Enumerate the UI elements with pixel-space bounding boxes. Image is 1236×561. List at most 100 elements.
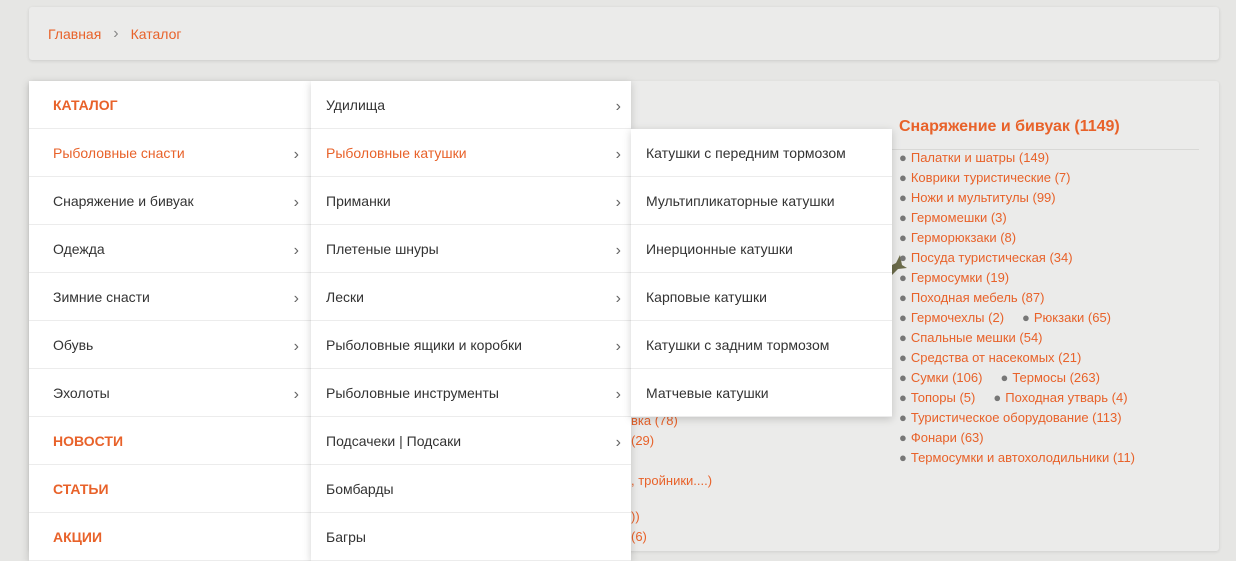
menu-item-label: Бомбарды — [326, 480, 394, 497]
bullet-icon: ● — [899, 450, 907, 465]
subcategory-link[interactable]: Термосумки и автохолодильники (11) — [911, 450, 1135, 465]
chevron-right-icon: › — [293, 145, 299, 163]
category-equipment-block: Снаряжение и бивуак (1149) ● Палатки и ша… — [899, 118, 1199, 468]
category-list-row: ● Спальные мешки (54) — [899, 328, 1199, 348]
category-list-row: ● Фонари (63) — [899, 428, 1199, 448]
subcategory-link[interactable]: Герморюкзаки (8) — [911, 230, 1016, 245]
menu-catalog-heading[interactable]: КАТАЛОГ — [29, 81, 311, 129]
partial-link[interactable]: )) — [631, 509, 640, 524]
category-list-row: ● Термосумки и автохолодильники (11) — [899, 448, 1199, 468]
chevron-right-icon: › — [615, 289, 621, 307]
bullet-icon: ● — [899, 190, 907, 205]
menu-promos-link[interactable]: АКЦИИ — [29, 513, 311, 561]
menu-item-label: Катушки с задним тормозом — [646, 336, 830, 353]
menu2-item-8[interactable]: Бомбарды — [311, 465, 631, 513]
category-list-row: ● Сумки (106) ● Термосы (263) — [899, 368, 1199, 388]
menu-item-label: Снаряжение и бивуак — [53, 192, 194, 209]
subcategory-link[interactable]: Спальные мешки (54) — [911, 330, 1043, 345]
category-list-row: ● Гермочехлы (2) ● Рюкзаки (65) — [899, 308, 1199, 328]
subcategory-link[interactable]: Туристическое оборудование (113) — [911, 410, 1122, 425]
subcategory-link[interactable]: Гермомешки (3) — [911, 210, 1007, 225]
menu3-item-0[interactable]: Катушки с передним тормозом — [631, 129, 892, 177]
menu3-item-5[interactable]: Матчевые катушки — [631, 369, 892, 417]
bullet-icon: ● — [899, 210, 907, 225]
menu2-item-3[interactable]: Плетеные шнуры › — [311, 225, 631, 273]
breadcrumb-separator: › — [113, 24, 119, 42]
bullet-icon: ● — [899, 150, 907, 165]
category-link-list: ● Палатки и шатры (149) ● Коврики туристиче… — [899, 148, 1199, 468]
menu2-item-1[interactable]: Рыболовные катушки › — [311, 129, 631, 177]
partial-link[interactable]: (6) — [631, 529, 647, 544]
menu-news-link[interactable]: НОВОСТИ — [29, 417, 311, 465]
menu3-item-1[interactable]: Мультипликаторные катушки — [631, 177, 892, 225]
subcategory-link[interactable]: Походная утварь (4) — [1005, 390, 1127, 405]
chevron-right-icon: › — [615, 241, 621, 259]
menu1-item-5[interactable]: Эхолоты › — [29, 369, 311, 417]
menu2-item-7[interactable]: Подсачеки | Подсаки › — [311, 417, 631, 465]
subcategory-link[interactable]: Ножи и мультитулы (99) — [911, 190, 1056, 205]
menu3-item-4[interactable]: Катушки с задним тормозом — [631, 321, 892, 369]
menu1-item-4[interactable]: Обувь › — [29, 321, 311, 369]
breadcrumb: Главная › Каталог — [29, 7, 1219, 60]
menu1-item-2[interactable]: Одежда › — [29, 225, 311, 273]
breadcrumb-catalog-link[interactable]: Каталог — [131, 26, 182, 42]
partial-link[interactable]: (29) — [631, 433, 654, 448]
chevron-right-icon: › — [293, 241, 299, 259]
menu2-item-4[interactable]: Лески › — [311, 273, 631, 321]
chevron-right-icon: › — [615, 337, 621, 355]
category-list-row: ● Коврики туристические (7) — [899, 168, 1199, 188]
partial-link[interactable]: , тройники....) — [631, 473, 712, 488]
chevron-right-icon: › — [293, 193, 299, 211]
category-list-row: ● Топоры (5) ● Походная утварь (4) — [899, 388, 1199, 408]
catalog-menu-level2: Удилища › Рыболовные катушки › Приманки › Плет… — [311, 81, 631, 561]
category-list-row: ● Посуда туристическая (34) — [899, 248, 1199, 268]
menu2-item-5[interactable]: Рыболовные ящики и коробки › — [311, 321, 631, 369]
category-list-row: ● Походная мебель (87) — [899, 288, 1199, 308]
menu-item-label: Катушки с передним тормозом — [646, 144, 846, 161]
subcategory-link[interactable]: Рюкзаки (65) — [1034, 310, 1111, 325]
bullet-icon: ● — [899, 290, 907, 305]
menu-item-label: Удилища — [326, 96, 386, 113]
chevron-right-icon: › — [293, 337, 299, 355]
bullet-icon: ● — [1022, 310, 1030, 325]
menu-item-label: Инерционные катушки — [646, 240, 793, 257]
subcategory-link[interactable]: Средства от насекомых (21) — [911, 350, 1081, 365]
menu-articles-link[interactable]: СТАТЬИ — [29, 465, 311, 513]
menu2-item-2[interactable]: Приманки › — [311, 177, 631, 225]
menu1-item-1[interactable]: Снаряжение и бивуак › — [29, 177, 311, 225]
subcategory-link[interactable]: Топоры (5) — [911, 390, 976, 405]
subcategory-link[interactable]: Сумки (106) — [911, 370, 983, 385]
subcategory-link[interactable]: Палатки и шатры (149) — [911, 150, 1049, 165]
subcategory-link[interactable]: Коврики туристические (7) — [911, 170, 1071, 185]
menu2-item-9[interactable]: Багры — [311, 513, 631, 561]
menu2-item-0[interactable]: Удилища › — [311, 81, 631, 129]
subcategory-link[interactable]: Гермочехлы (2) — [911, 310, 1004, 325]
subcategory-link[interactable]: Гермосумки (19) — [911, 270, 1009, 285]
subcategory-link[interactable]: Походная мебель (87) — [911, 290, 1045, 305]
menu-item-label: Лески — [326, 288, 364, 305]
menu2-item-6[interactable]: Рыболовные инструменты › — [311, 369, 631, 417]
category-title[interactable]: Снаряжение и бивуак (1149) — [899, 118, 1199, 136]
breadcrumb-home-link[interactable]: Главная — [48, 26, 101, 42]
bullet-icon: ● — [899, 170, 907, 185]
subcategory-link[interactable]: Фонари (63) — [911, 430, 984, 445]
menu3-item-3[interactable]: Карповые катушки — [631, 273, 892, 321]
menu3-item-2[interactable]: Инерционные катушки — [631, 225, 892, 273]
subcategory-link[interactable]: Посуда туристическая (34) — [911, 250, 1073, 265]
menu-item-label: Приманки — [326, 192, 391, 209]
subcategory-link[interactable]: Термосы (263) — [1012, 370, 1100, 385]
menu1-item-3[interactable]: Зимние снасти › — [29, 273, 311, 321]
menu-item-label: Карповые катушки — [646, 288, 767, 305]
menu1-item-0[interactable]: Рыболовные снасти › — [29, 129, 311, 177]
bullet-icon: ● — [899, 350, 907, 365]
menu-item-label: Обувь — [53, 336, 94, 353]
category-list-row: ● Гермомешки (3) — [899, 208, 1199, 228]
menu-item-label: Зимние снасти — [53, 288, 150, 305]
chevron-right-icon: › — [615, 145, 621, 163]
menu-item-label: Матчевые катушки — [646, 384, 769, 401]
bullet-icon: ● — [899, 250, 907, 265]
menu-item-label: Плетеные шнуры — [326, 240, 439, 257]
chevron-right-icon: › — [615, 193, 621, 211]
chevron-right-icon: › — [293, 385, 299, 403]
category-list-row: ● Гермосумки (19) — [899, 268, 1199, 288]
